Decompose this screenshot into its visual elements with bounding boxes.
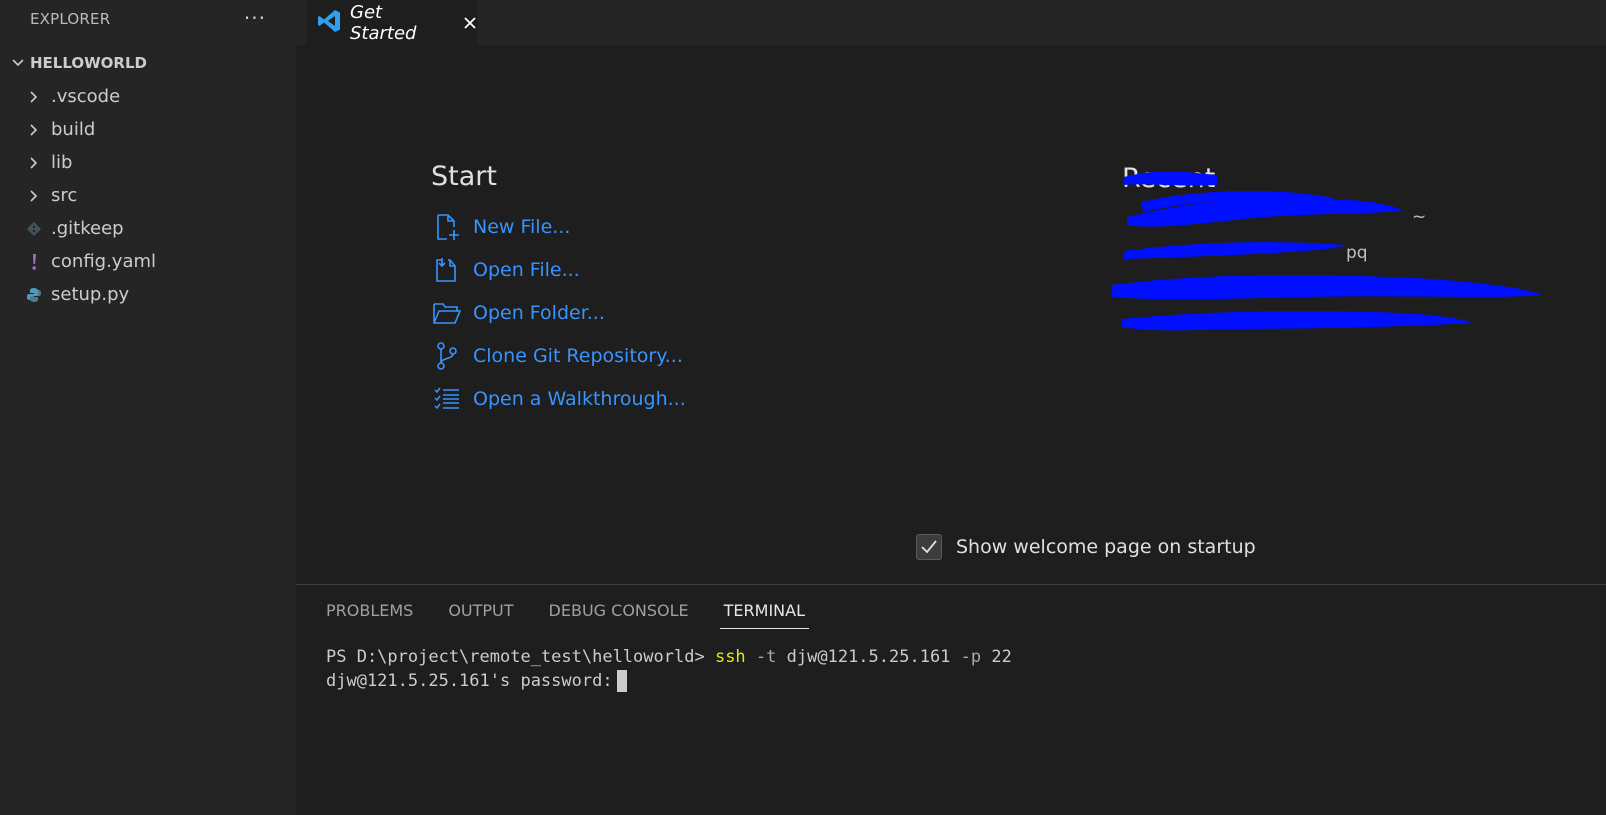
- tab-get-started[interactable]: Get Started: [306, 0, 477, 45]
- checkmark-icon: [921, 540, 937, 554]
- git-icon: [24, 219, 44, 239]
- show-on-startup-toggle[interactable]: Show welcome page on startup: [916, 534, 1256, 560]
- tree-item-vscode[interactable]: .vscode: [0, 80, 296, 113]
- tab-debug-console[interactable]: DEBUG CONSOLE: [549, 601, 689, 629]
- tree-item-config-yaml[interactable]: config.yaml: [0, 245, 296, 278]
- open-file-label: Open File...: [473, 258, 580, 281]
- tree-item-label: lib: [51, 152, 73, 173]
- recent-section: Recent ~ pq: [1112, 155, 1572, 395]
- explorer-title: EXPLORER: [30, 10, 111, 28]
- tree-item-label: config.yaml: [51, 251, 157, 272]
- terminal-port: 22: [991, 647, 1012, 667]
- tree-item-label: .vscode: [51, 86, 121, 107]
- start-list: New File... Open File... Open Folder... …: [431, 205, 686, 420]
- terminal-password-prompt: djw@121.5.25.161's password:: [326, 671, 613, 691]
- show-on-startup-checkbox[interactable]: [916, 534, 942, 560]
- open-folder-link[interactable]: Open Folder...: [431, 291, 686, 334]
- start-heading: Start: [431, 161, 497, 192]
- open-folder-label: Open Folder...: [473, 301, 605, 324]
- new-file-label: New File...: [473, 215, 571, 238]
- open-file-icon: [431, 254, 463, 286]
- explorer-sidebar: EXPLORER ··· HELLOWORLD .vscode build li…: [0, 0, 296, 815]
- chevron-right-icon: [24, 120, 44, 140]
- terminal-cursor: [616, 670, 627, 692]
- chevron-right-icon: [24, 186, 44, 206]
- chevron-down-icon: [8, 53, 28, 73]
- git-branch-icon: [431, 340, 463, 372]
- tree-item-label: src: [51, 185, 78, 206]
- terminal-line-password: djw@121.5.25.161's password:: [326, 669, 1012, 693]
- show-on-startup-label: Show welcome page on startup: [956, 536, 1256, 558]
- tree-item-label: setup.py: [51, 284, 130, 305]
- terminal-line-command: PS D:\project\remote_test\helloworld> ss…: [326, 645, 1012, 669]
- bottom-panel: PROBLEMS OUTPUT DEBUG CONSOLE TERMINAL P…: [296, 584, 1606, 815]
- clone-git-label: Clone Git Repository...: [473, 344, 683, 367]
- terminal-cmd: ssh: [714, 647, 746, 667]
- open-file-link[interactable]: Open File...: [431, 248, 686, 291]
- chevron-right-icon: [24, 153, 44, 173]
- open-walkthrough-label: Open a Walkthrough...: [473, 387, 686, 410]
- tree-item-label: .gitkeep: [51, 218, 124, 239]
- folder-name: HELLOWORLD: [30, 54, 147, 72]
- open-folder-icon: [431, 297, 463, 329]
- tab-problems[interactable]: PROBLEMS: [326, 601, 413, 629]
- vscode-logo-icon: [316, 8, 342, 38]
- tree-item-build[interactable]: build: [0, 113, 296, 146]
- panel-tabs: PROBLEMS OUTPUT DEBUG CONSOLE TERMINAL: [326, 601, 844, 629]
- new-file-link[interactable]: New File...: [431, 205, 686, 248]
- tree-item-lib[interactable]: lib: [0, 146, 296, 179]
- open-walkthrough-link[interactable]: Open a Walkthrough...: [431, 377, 686, 420]
- chevron-right-icon: [24, 87, 44, 107]
- explorer-header: EXPLORER ···: [0, 0, 296, 38]
- tree-item-label: build: [51, 119, 96, 140]
- tree-item-src[interactable]: src: [0, 179, 296, 212]
- tree-item-setup-py[interactable]: setup.py: [0, 278, 296, 311]
- python-icon: [24, 285, 44, 305]
- clone-git-link[interactable]: Clone Git Repository...: [431, 334, 686, 377]
- redaction-scribble: [1112, 171, 1542, 331]
- folder-helloworld[interactable]: HELLOWORLD: [0, 46, 296, 80]
- welcome-page: Start New File... Open File... Open Fold…: [296, 45, 1606, 585]
- more-actions-icon[interactable]: ···: [244, 6, 266, 30]
- terminal-host: djw@121.5.25.161: [786, 647, 951, 667]
- tree-item-gitkeep[interactable]: .gitkeep: [0, 212, 296, 245]
- yaml-icon: [24, 252, 44, 272]
- terminal-output[interactable]: PS D:\project\remote_test\helloworld> ss…: [326, 645, 1012, 693]
- new-file-icon: [431, 211, 463, 243]
- terminal-prompt: PS D:\project\remote_test\helloworld>: [326, 647, 705, 667]
- tab-terminal[interactable]: TERMINAL: [719, 601, 810, 629]
- checklist-icon: [431, 383, 463, 415]
- tab-output[interactable]: OUTPUT: [448, 601, 513, 629]
- editor-tab-bar: Get Started: [296, 0, 1606, 45]
- close-icon[interactable]: [463, 16, 477, 30]
- tab-title: Get Started: [350, 1, 417, 44]
- terminal-flag-t: -t: [755, 647, 777, 667]
- terminal-flag-p: -p: [960, 647, 982, 667]
